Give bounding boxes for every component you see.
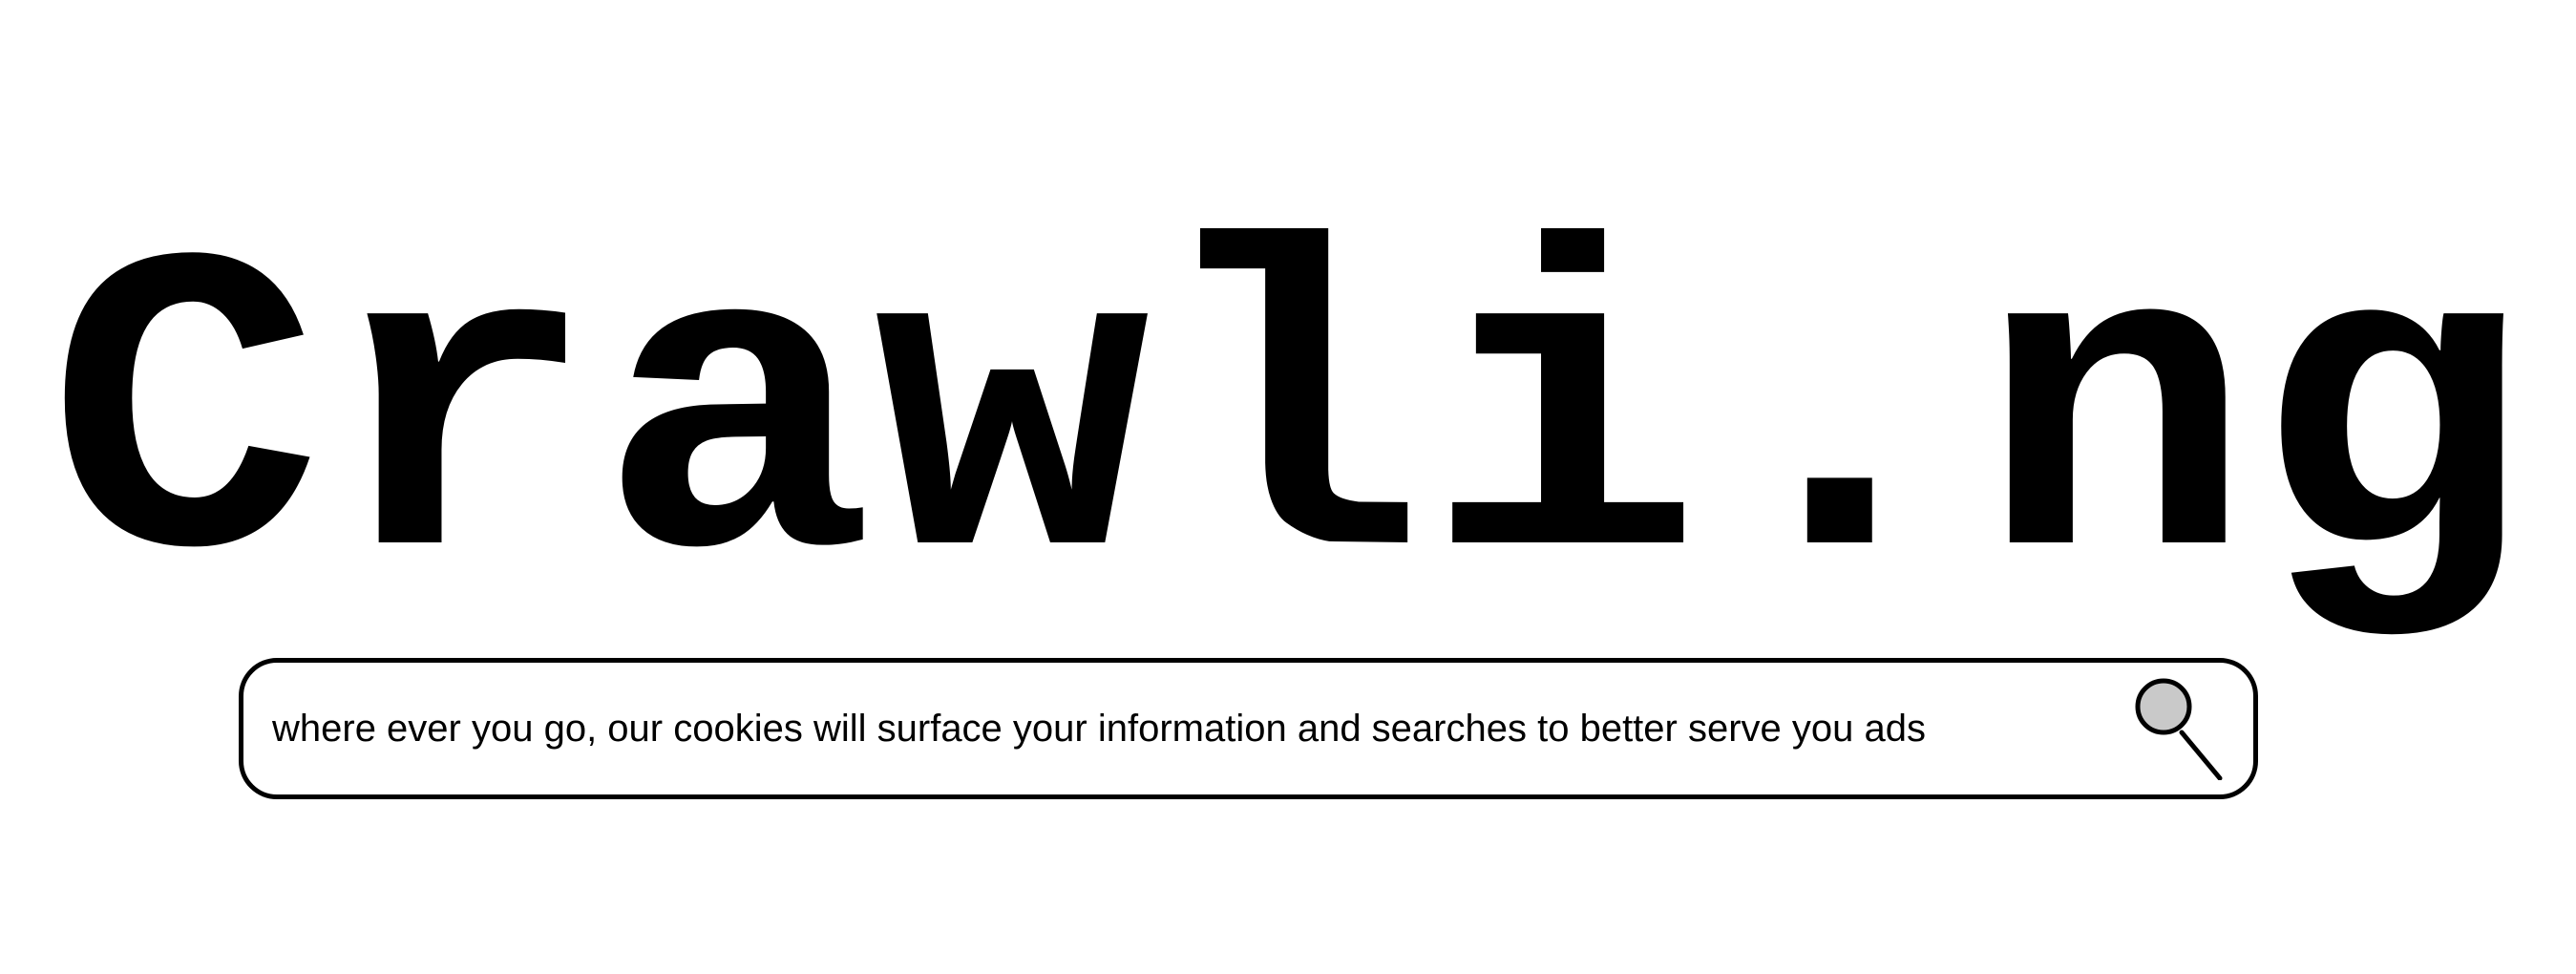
search-button[interactable] [2134, 675, 2239, 780]
magnifier-icon [2135, 678, 2223, 780]
logo-text: Crawli.ng [47, 182, 2529, 673]
search-bar: where ever you go, our cookies will surf… [239, 658, 2258, 799]
search-input[interactable]: where ever you go, our cookies will surf… [272, 663, 2134, 794]
logo: Crawli.ng [47, 182, 2529, 673]
